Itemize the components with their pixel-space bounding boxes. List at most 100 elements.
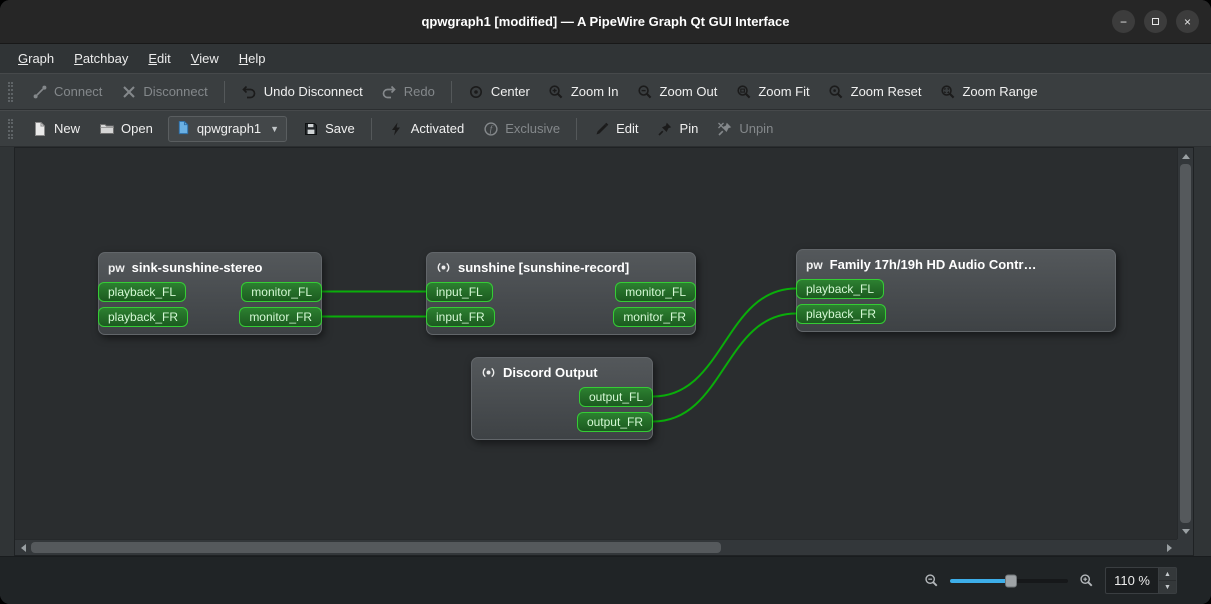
zoom-slider-handle[interactable] — [1005, 574, 1018, 587]
open-button[interactable]: Open — [90, 116, 161, 141]
pin-icon — [657, 120, 674, 137]
port-monitor_FR[interactable]: monitor_FR — [239, 306, 322, 327]
toolbar-graph-handle[interactable] — [8, 81, 13, 102]
exclusive-icon: f — [482, 120, 499, 137]
pin-label: Pin — [679, 121, 699, 136]
patchbay-selector-combo[interactable]: qpwgraph1 ▼ — [167, 115, 288, 142]
zoom-out-icon — [637, 83, 654, 100]
zoom-out-label: Zoom Out — [659, 84, 718, 99]
undo-disconnect-button[interactable]: Undo Disconnect — [233, 79, 371, 104]
zoom-fit-button[interactable]: Zoom Fit — [727, 79, 817, 104]
node-title-text: sink-sunshine-stereo — [131, 260, 263, 275]
zoom-out-mini-icon[interactable] — [924, 573, 939, 588]
menu-graph[interactable]: Graph — [8, 44, 64, 73]
port-monitor_FL[interactable]: monitor_FL — [615, 281, 696, 302]
exclusive-label: Exclusive — [505, 121, 561, 136]
save-button[interactable]: Save — [294, 116, 363, 141]
window-controls: − × — [1112, 0, 1199, 43]
save-icon — [302, 120, 319, 137]
pencil-icon — [593, 120, 610, 137]
scroll-left-arrow[interactable] — [15, 540, 31, 556]
redo-button[interactable]: Redo — [373, 79, 443, 104]
connect-icon — [31, 83, 48, 100]
minimize-button[interactable]: − — [1112, 10, 1135, 33]
menu-edit-label: Edit — [148, 51, 171, 66]
menu-edit[interactable]: Edit — [138, 44, 180, 73]
edit-button[interactable]: Edit — [585, 116, 646, 141]
spin-up-button[interactable]: ▲ — [1159, 568, 1176, 581]
edit-label: Edit — [616, 121, 639, 136]
horizontal-scrollbar[interactable] — [15, 539, 1177, 555]
open-folder-icon — [98, 120, 115, 137]
scroll-up-arrow[interactable] — [1178, 148, 1194, 164]
pin-button[interactable]: Pin — [649, 116, 707, 141]
port-output_FL[interactable]: output_FL — [578, 386, 653, 407]
new-file-icon — [31, 120, 48, 137]
qpwgraph-window: qpwgraph1 [modified] — A PipeWire Graph … — [0, 0, 1211, 604]
close-button[interactable]: × — [1176, 10, 1199, 33]
zoom-slider-fill — [950, 578, 1012, 583]
connect-button[interactable]: Connect — [23, 79, 110, 104]
menu-help[interactable]: Help — [229, 44, 276, 73]
new-label: New — [54, 121, 81, 136]
toolbar-patchbay-handle[interactable] — [8, 118, 13, 139]
save-label: Save — [325, 121, 355, 136]
zoom-spinbox[interactable]: 110 % ▲ ▼ — [1105, 567, 1177, 594]
zoom-range-label: Zoom Range — [962, 84, 1038, 99]
node-title-text: Family 17h/19h HD Audio Contr… — [829, 257, 1037, 272]
menu-patchbay[interactable]: Patchbay — [64, 44, 138, 73]
zoom-value[interactable]: 110 % — [1106, 568, 1158, 593]
port-input_FR[interactable]: input_FR — [426, 306, 495, 327]
connections-layer — [321, 287, 797, 423]
node-title-text: Discord Output — [503, 365, 598, 380]
port-input_FL[interactable]: input_FL — [426, 281, 493, 302]
toolbar-separator — [223, 80, 225, 103]
maximize-button[interactable] — [1144, 10, 1167, 33]
chevron-down-icon: ▼ — [270, 123, 280, 134]
port-playback_FR[interactable]: playback_FR — [98, 306, 189, 327]
port-monitor_FL[interactable]: monitor_FL — [241, 281, 322, 302]
zoom-in-mini-icon[interactable] — [1079, 573, 1094, 588]
patchbay-file-icon — [176, 120, 191, 138]
maximize-icon — [1152, 18, 1159, 25]
redo-label: Redo — [403, 84, 435, 99]
activated-button[interactable]: Activated — [380, 116, 472, 141]
exclusive-button[interactable]: f Exclusive — [474, 116, 568, 141]
graph-node-sunshine[interactable]: sunshine [sunshine-record] input_FL monito… — [426, 252, 696, 335]
menu-graph-label: Graph — [18, 51, 55, 66]
zoom-slider[interactable] — [950, 571, 1069, 591]
title-bar: qpwgraph1 [modified] — A PipeWire Graph … — [0, 0, 1211, 44]
toolbar-separator — [370, 117, 372, 140]
graph-node-sink-sunshine-stereo[interactable]: pw sink-sunshine-stereo playback_FL monitor… — [98, 252, 322, 335]
vertical-scrollbar-thumb[interactable] — [1180, 164, 1191, 523]
zoom-out-button[interactable]: Zoom Out — [629, 79, 726, 104]
new-button[interactable]: New — [23, 116, 88, 141]
port-playback_FR[interactable]: playback_FR — [796, 303, 887, 324]
center-icon — [468, 83, 485, 100]
spin-down-button[interactable]: ▼ — [1159, 581, 1176, 593]
scroll-right-arrow[interactable] — [1161, 540, 1177, 556]
graph-node-discord-output[interactable]: Discord Output output_FL output_FR — [471, 357, 653, 440]
zoom-range-button[interactable]: Zoom Range — [931, 79, 1045, 104]
port-playback_FL[interactable]: playback_FL — [796, 278, 885, 299]
zoom-reset-label: Zoom Reset — [850, 84, 922, 99]
horizontal-scrollbar-thumb[interactable] — [31, 542, 721, 553]
node-title: pw sink-sunshine-stereo — [99, 253, 321, 279]
zoom-range-icon — [939, 83, 956, 100]
scroll-down-arrow[interactable] — [1178, 523, 1194, 539]
zoom-reset-button[interactable]: Zoom Reset — [820, 79, 930, 104]
graph-node-family-audio[interactable]: pw Family 17h/19h HD Audio Contr… playback… — [796, 249, 1116, 332]
zoom-in-button[interactable]: Zoom In — [540, 79, 627, 104]
port-playback_FL[interactable]: playback_FL — [98, 281, 187, 302]
unpin-button[interactable]: Unpin — [708, 116, 781, 141]
port-monitor_FR[interactable]: monitor_FR — [613, 306, 696, 327]
port-output_FR[interactable]: output_FR — [576, 411, 653, 432]
menu-view[interactable]: View — [181, 44, 229, 73]
undo-disconnect-label: Undo Disconnect — [263, 84, 363, 99]
disconnect-button[interactable]: Disconnect — [112, 79, 215, 104]
zoom-in-icon — [548, 83, 565, 100]
scrollbar-corner — [1177, 539, 1193, 555]
center-button[interactable]: Center — [460, 79, 538, 104]
vertical-scrollbar[interactable] — [1177, 148, 1193, 539]
graph-canvas[interactable]: pw sink-sunshine-stereo playback_FL monitor… — [15, 148, 1177, 539]
